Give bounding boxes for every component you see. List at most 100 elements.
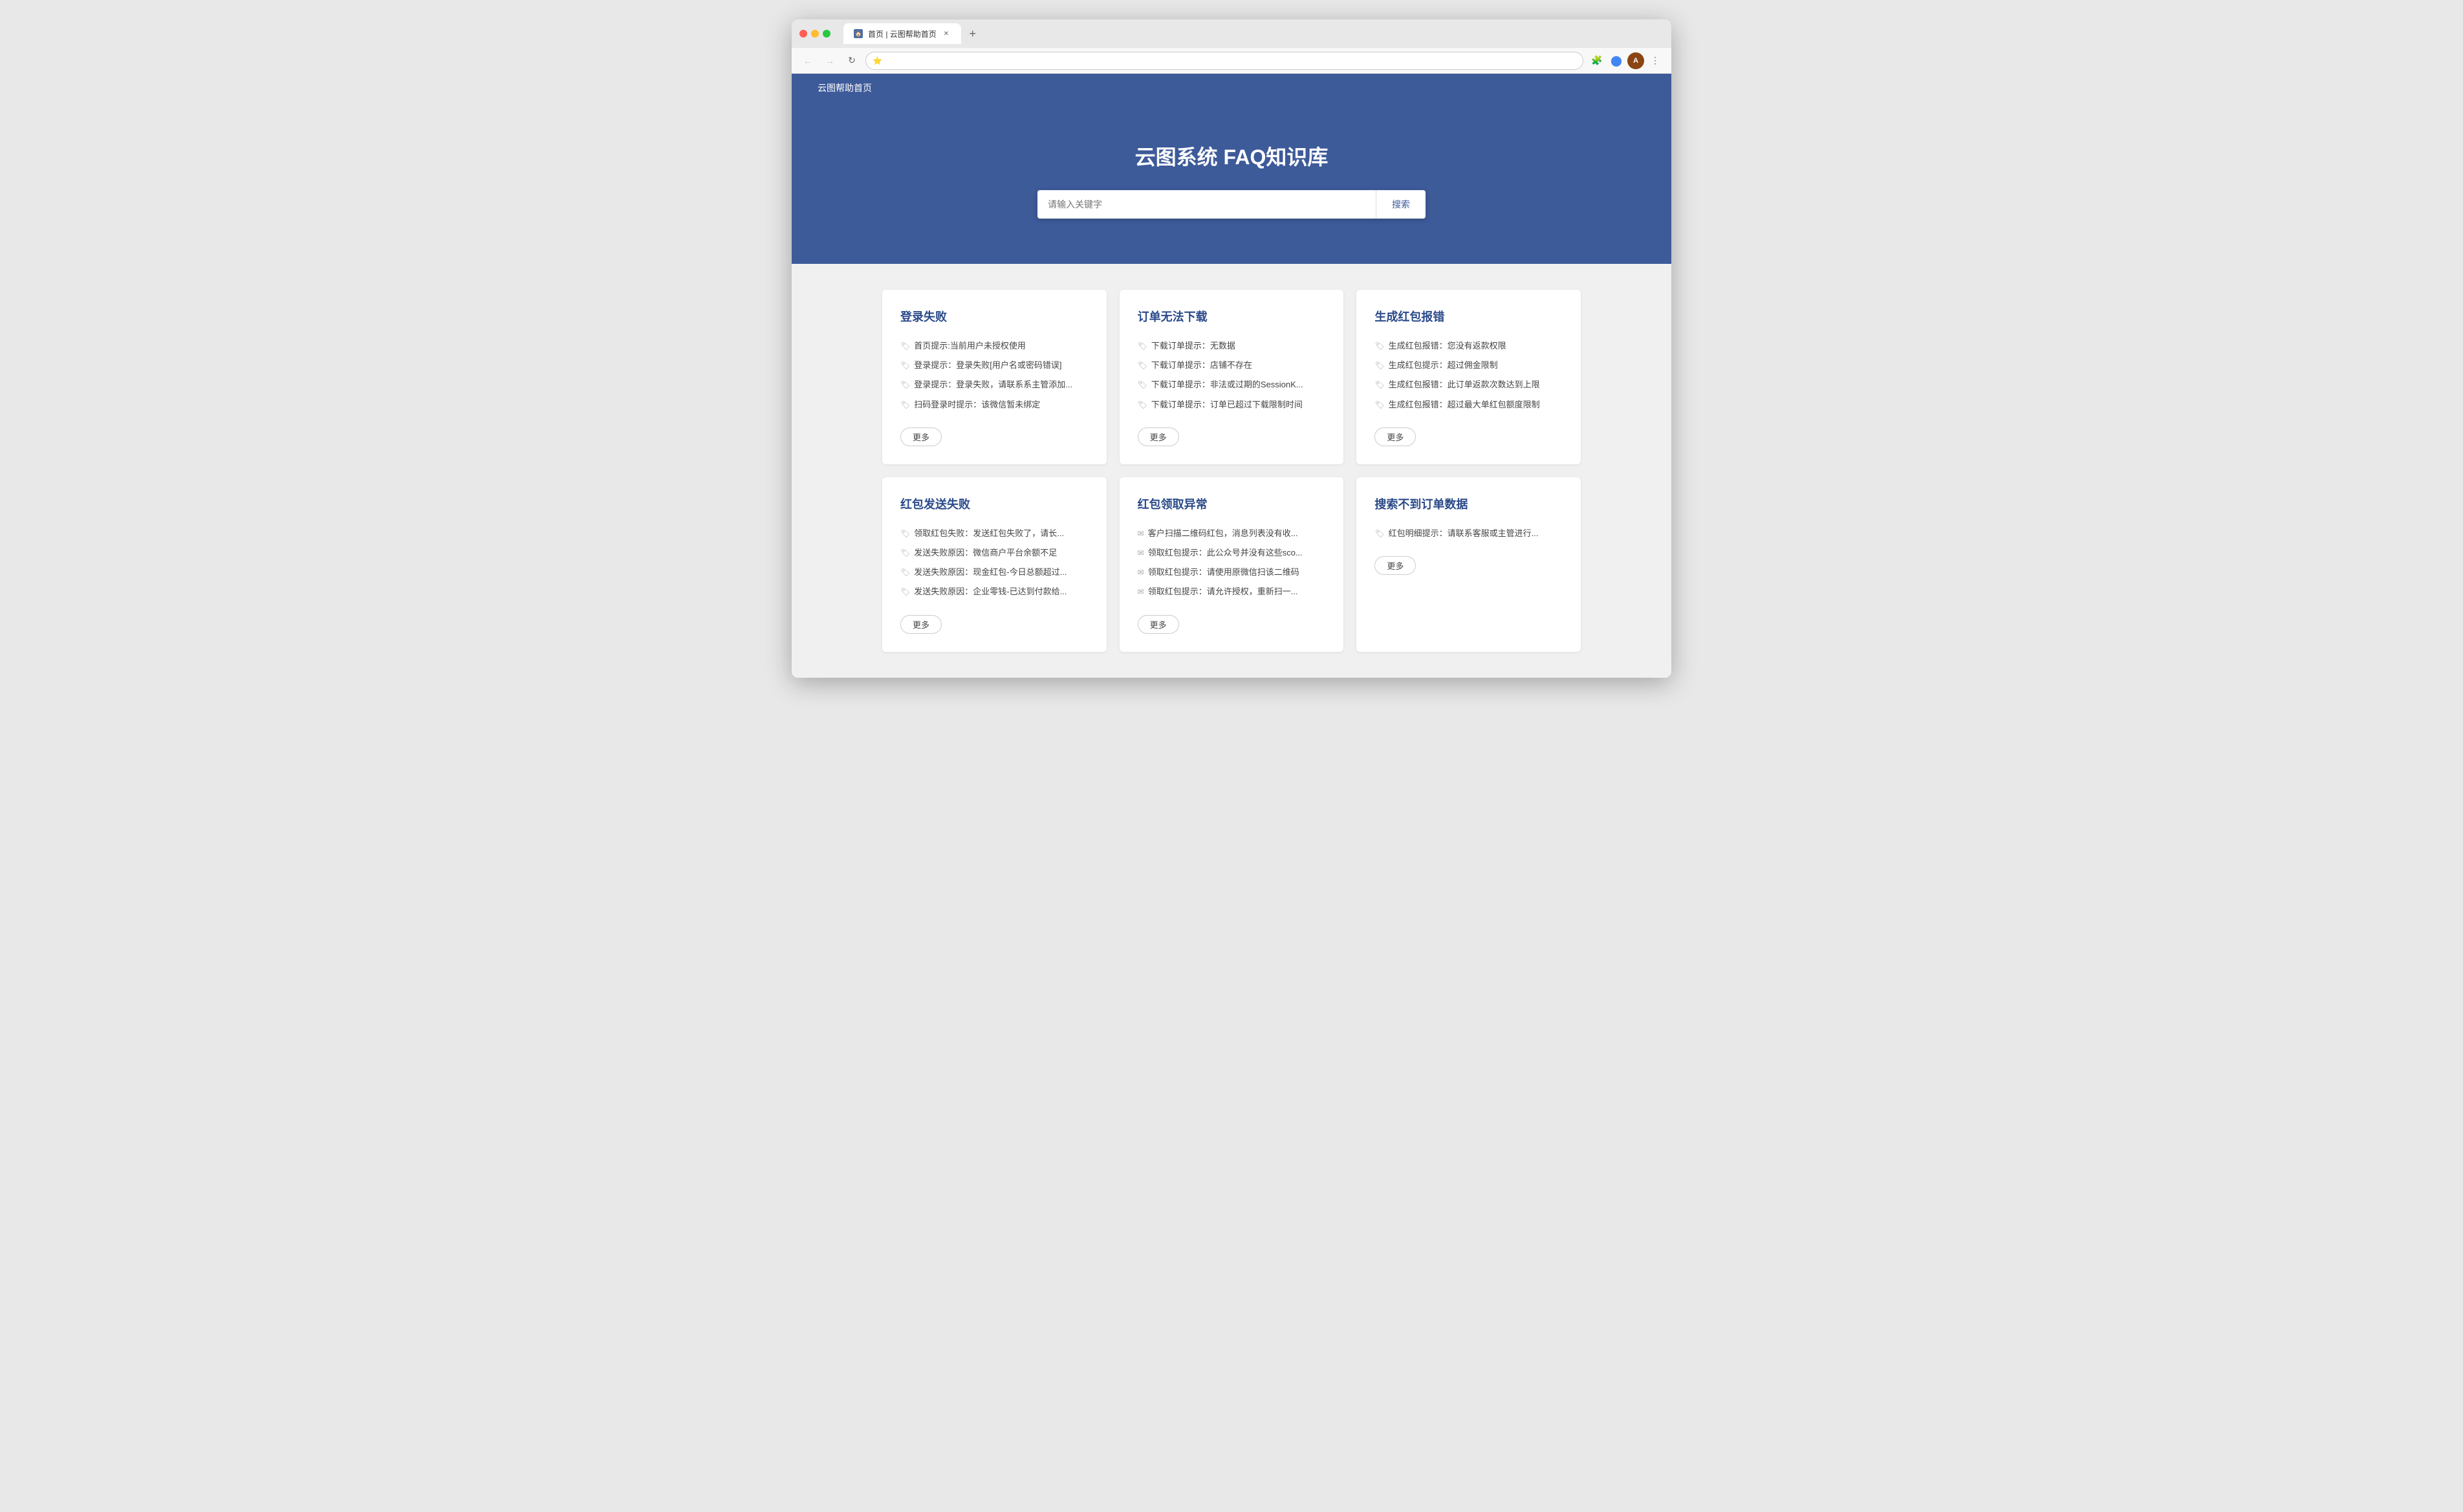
reload-icon: ↻: [848, 55, 856, 66]
cards-section: 登录失败🏷首页提示:当前用户未授权使用🏷登录提示：登录失败[用户名或密码错误]🏷…: [792, 264, 1671, 678]
list-item: ✉领取红包提示：此公众号并没有这些sco...: [1138, 543, 1326, 563]
hero-section: 云图系统 FAQ知识库 搜索: [792, 102, 1671, 264]
search-input[interactable]: [1037, 190, 1376, 219]
list-item: 🏷生成红包报错：此订单返款次数达到上限: [1374, 375, 1563, 394]
item-text: 扫码登录时提示：该微信暂未绑定: [914, 399, 1040, 411]
list-item: 🏷 首页提示:当前用户未授权使用: [900, 336, 1089, 356]
more-button[interactable]: 更多: [1374, 427, 1416, 446]
more-button[interactable]: 更多: [1138, 615, 1179, 634]
item-text: 客户扫描二维码红包，消息列表没有收...: [1148, 528, 1298, 539]
item-text: 生成红包报错：您没有返款权限: [1389, 340, 1506, 352]
tag-icon: 🏷: [1374, 380, 1384, 391]
item-text: 登录提示：登录失败，请联系系主管添加...: [914, 379, 1072, 391]
mail-icon: ✉: [1138, 528, 1144, 539]
minimize-button[interactable]: [811, 30, 819, 38]
item-text: 下载订单提示：非法或过期的SessionK...: [1151, 379, 1303, 391]
list-item: 🏷 登录提示：登录失败，请联系系主管添加...: [900, 375, 1089, 394]
card-title: 搜索不到订单数据: [1374, 495, 1563, 512]
card-items: 🏷 生成红包报错：您没有返款权限 🏷 生成红包提示：超过佣金限制 🏷生成红包报错：此订单…: [1374, 336, 1563, 415]
card-title: 红包发送失败: [900, 495, 1089, 512]
top-nav-label: 云图帮助首页: [818, 83, 872, 93]
list-item: 🏷红包明细提示：请联系客服或主管进行...: [1374, 524, 1563, 543]
tag-icon: 🏷: [900, 567, 910, 578]
list-item: 🏷 扫码登录时提示：该微信暂未绑定: [900, 395, 1089, 415]
more-button[interactable]: 更多: [1374, 556, 1416, 575]
tag-icon: 🏷: [900, 360, 910, 371]
maximize-button[interactable]: [823, 30, 830, 38]
extensions-button[interactable]: 🧩: [1589, 52, 1605, 69]
forward-icon: →: [825, 56, 834, 66]
list-item: 🏷 下载订单提示：非法或过期的SessionK...: [1138, 375, 1326, 394]
chrome-button[interactable]: ⬤: [1608, 52, 1625, 69]
search-button[interactable]: 搜索: [1376, 190, 1426, 219]
item-text: 下载订单提示：店铺不存在: [1151, 360, 1252, 371]
nav-actions: 🧩 ⬤ A ⋮: [1589, 52, 1664, 69]
tag-icon: 🏷: [1374, 341, 1384, 352]
item-text: 登录提示：登录失败[用户名或密码错误]: [914, 360, 1061, 371]
tab-close-button[interactable]: ✕: [942, 29, 951, 38]
list-item: 🏷发送失败原因：微信商户平台余额不足: [900, 543, 1089, 563]
close-button[interactable]: [799, 30, 807, 38]
card-title: 登录失败: [900, 308, 1089, 325]
card-card-4: 红包发送失败🏷领取红包失败：发送红包失败了，请长...🏷发送失败原因：微信商户平…: [882, 477, 1107, 652]
tag-icon: 🏷: [900, 400, 910, 411]
title-bar: 🏠 首页 | 云图帮助首页 ✕ +: [792, 19, 1671, 48]
list-item: 🏷 下载订单提示：无数据: [1138, 336, 1326, 356]
menu-button[interactable]: ⋮: [1647, 52, 1664, 69]
tag-icon: 🏷: [900, 380, 910, 391]
tag-icon: 🏷: [1374, 360, 1384, 371]
card-card-1: 登录失败🏷首页提示:当前用户未授权使用🏷登录提示：登录失败[用户名或密码错误]🏷…: [882, 290, 1107, 464]
page-content: 云图帮助首页 云图系统 FAQ知识库 搜索 登录失败 🏷 首页提示:当前用户未授权使…: [792, 74, 1671, 678]
item-text: 红包明细提示：请联系客服或主管进行...: [1389, 528, 1539, 539]
tag-icon: 🏷: [1374, 400, 1384, 411]
list-item: 🏷 下载订单提示：订单已超过下载限制时间: [1138, 395, 1326, 415]
list-item: ✉ 客户扫描二维码红包，消息列表没有收...: [1138, 524, 1326, 543]
more-button[interactable]: 更多: [900, 427, 942, 446]
list-item: 🏷 发送失败原因：现金红包-今日总额超过...: [900, 563, 1089, 582]
item-text: 发送失败原因：现金红包-今日总额超过...: [914, 567, 1067, 578]
active-tab[interactable]: 🏠 首页 | 云图帮助首页 ✕: [843, 23, 961, 44]
tag-icon: 🏷: [1138, 360, 1147, 371]
address-bar[interactable]: ⭐: [865, 52, 1583, 70]
new-tab-button[interactable]: +: [964, 25, 982, 43]
top-nav: 云图帮助首页: [792, 74, 1671, 102]
item-text: 发送失败原因：企业零钱-已达到付款给...: [914, 586, 1067, 598]
nav-bar: ← → ↻ ⭐ 🧩 ⬤ A ⋮: [792, 48, 1671, 74]
card-card-3: 生成红包报错🏷生成红包报错：您没有返款权限🏷生成红包提示：超过佣金限制🏷生成红包…: [1356, 290, 1581, 464]
mail-icon: ✉: [1138, 567, 1144, 578]
list-item: 🏷 下载订单提示：店铺不存在: [1138, 356, 1326, 375]
item-text: 下载订单提示：无数据: [1151, 340, 1235, 352]
forward-button[interactable]: →: [821, 52, 838, 69]
tag-icon: 🏷: [900, 528, 910, 539]
list-item: ✉领取红包提示：请允许授权，重新扫一...: [1138, 582, 1326, 601]
list-item: 🏷 生成红包报错：超过最大单红包额度限制: [1374, 395, 1563, 415]
card-title: 生成红包报错: [1374, 308, 1563, 325]
card-title: 红包领取异常: [1138, 495, 1326, 512]
list-item: 🏷发送失败原因：企业零钱-已达到付款给...: [900, 582, 1089, 601]
hero-title: 云图系统 FAQ知识库: [805, 141, 1658, 171]
profile-button[interactable]: A: [1627, 52, 1644, 69]
tag-icon: 🏷: [1138, 400, 1147, 411]
card-card-2: 订单无法下载🏷下载订单提示：无数据🏷下载订单提示：店铺不存在🏷下载订单提示：非法…: [1120, 290, 1344, 464]
tag-icon: 🏷: [1138, 341, 1147, 352]
back-button[interactable]: ←: [799, 52, 816, 69]
more-button[interactable]: 更多: [900, 615, 942, 634]
tab-title: 首页 | 云图帮助首页: [868, 28, 937, 39]
list-item: ✉领取红包提示：请使用原微信扫该二维码: [1138, 563, 1326, 582]
tag-icon: 🏷: [1138, 380, 1147, 391]
item-text: 下载订单提示：订单已超过下载限制时间: [1151, 399, 1303, 411]
more-button[interactable]: 更多: [1138, 427, 1179, 446]
item-text: 生成红包报错：超过最大单红包额度限制: [1389, 399, 1540, 411]
item-text: 生成红包提示：超过佣金限制: [1389, 360, 1498, 371]
tag-icon: 🏷: [900, 341, 910, 352]
tab-bar: 🏠 首页 | 云图帮助首页 ✕ +: [843, 23, 982, 44]
item-text: 首页提示:当前用户未授权使用: [914, 340, 1026, 352]
list-item: 🏷 生成红包提示：超过佣金限制: [1374, 356, 1563, 375]
list-item: 🏷 登录提示：登录失败[用户名或密码错误]: [900, 356, 1089, 375]
mail-icon: ✉: [1138, 548, 1144, 559]
card-items: 🏷 下载订单提示：无数据 🏷 下载订单提示：店铺不存在 🏷 下载订单提示：非法或过期的Se…: [1138, 336, 1326, 415]
back-icon: ←: [803, 56, 812, 66]
search-bar: 搜索: [1037, 190, 1426, 219]
item-text: 发送失败原因：微信商户平台余额不足: [914, 547, 1057, 559]
reload-button[interactable]: ↻: [843, 52, 860, 69]
